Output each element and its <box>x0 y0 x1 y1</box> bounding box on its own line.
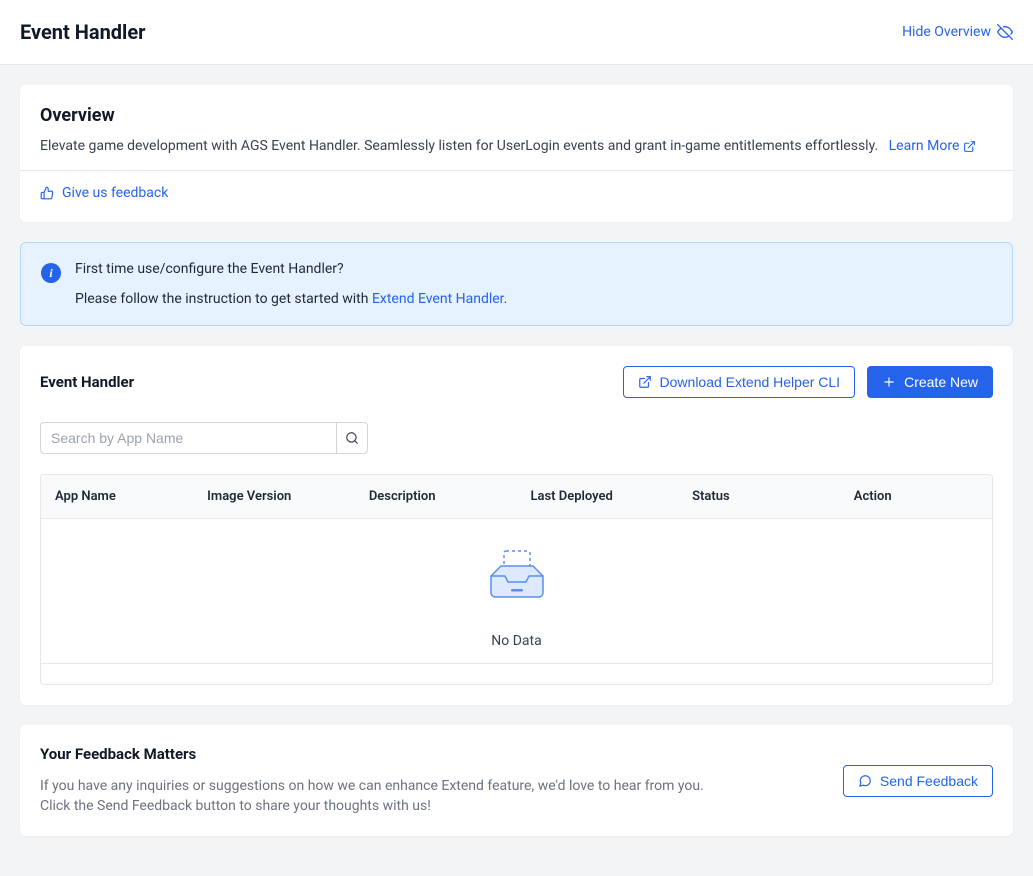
send-feedback-button[interactable]: Send Feedback <box>843 765 993 797</box>
event-handler-section: Event Handler Download Extend Helper CLI <box>20 346 1013 705</box>
external-link-icon <box>638 375 652 389</box>
section-title: Event Handler <box>40 373 134 391</box>
col-last-deployed: Last Deployed <box>516 475 678 518</box>
info-icon: i <box>41 263 61 283</box>
search-button[interactable] <box>336 422 368 454</box>
info-banner: i First time use/configure the Event Han… <box>20 242 1013 326</box>
send-feedback-label: Send Feedback <box>880 773 978 789</box>
col-description: Description <box>355 475 517 518</box>
give-feedback-label: Give us feedback <box>62 185 168 201</box>
col-image-version: Image Version <box>193 475 355 518</box>
section-actions: Download Extend Helper CLI Create New <box>623 366 993 398</box>
empty-text: No Data <box>41 633 992 649</box>
apps-table: App Name Image Version Description Last … <box>40 474 993 685</box>
thumbs-up-icon <box>40 186 54 200</box>
feedback-desc: If you have any inquiries or suggestions… <box>40 777 843 816</box>
feedback-left: Your Feedback Matters If you have any in… <box>40 745 843 816</box>
col-action: Action <box>840 475 992 518</box>
col-status: Status <box>678 475 840 518</box>
overview-feedback-row: Give us feedback <box>40 171 993 222</box>
page-header: Event Handler Hide Overview <box>0 0 1033 65</box>
hide-overview-label: Hide Overview <box>902 24 991 40</box>
feedback-title: Your Feedback Matters <box>40 745 843 763</box>
overview-card: Overview Elevate game development with A… <box>20 85 1013 222</box>
plus-icon <box>882 375 896 389</box>
search-icon <box>345 431 359 445</box>
message-icon <box>858 774 872 788</box>
download-cli-button[interactable]: Download Extend Helper CLI <box>623 366 856 398</box>
info-lead-text: Please follow the instruction to get sta… <box>75 291 372 307</box>
empty-drawer-icon <box>488 549 546 599</box>
give-feedback-link[interactable]: Give us feedback <box>40 185 168 201</box>
content-area: Overview Elevate game development with A… <box>0 65 1033 876</box>
learn-more-link[interactable]: Learn More <box>889 138 977 154</box>
feedback-line2: Click the Send Feedback button to share … <box>40 797 843 817</box>
info-period: . <box>504 291 508 307</box>
search-wrap <box>40 422 993 454</box>
search-input[interactable] <box>40 422 336 454</box>
overview-description-row: Elevate game development with AGS Event … <box>40 138 993 154</box>
create-new-label: Create New <box>904 374 978 390</box>
eye-off-icon <box>997 24 1013 40</box>
overview-title: Overview <box>40 105 993 126</box>
info-heading: First time use/configure the Event Handl… <box>75 261 992 277</box>
extend-event-handler-link[interactable]: Extend Event Handler <box>372 291 504 307</box>
feedback-card: Your Feedback Matters If you have any in… <box>20 725 1013 836</box>
table-header-row: App Name Image Version Description Last … <box>41 475 992 519</box>
hide-overview-link[interactable]: Hide Overview <box>902 24 1013 40</box>
empty-state: No Data <box>41 519 992 684</box>
download-cli-label: Download Extend Helper CLI <box>660 374 841 390</box>
create-new-button[interactable]: Create New <box>867 366 993 398</box>
page-title: Event Handler <box>20 20 145 44</box>
divider <box>41 663 992 664</box>
learn-more-label: Learn More <box>889 138 960 154</box>
col-app-name: App Name <box>41 475 193 518</box>
external-link-icon <box>963 140 976 153</box>
feedback-line1: If you have any inquiries or suggestions… <box>40 777 843 797</box>
overview-description: Elevate game development with AGS Event … <box>40 138 878 154</box>
info-subtext: Please follow the instruction to get sta… <box>75 291 992 307</box>
section-header: Event Handler Download Extend Helper CLI <box>40 366 993 398</box>
info-body: First time use/configure the Event Handl… <box>75 261 992 307</box>
